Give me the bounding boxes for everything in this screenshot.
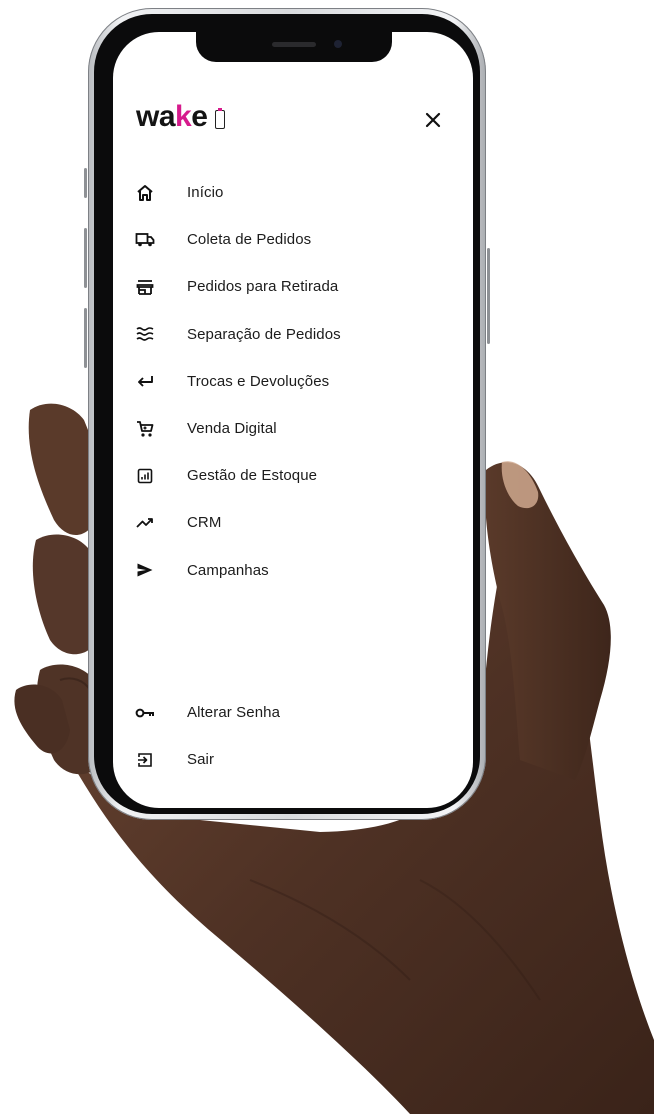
- close-icon: [425, 112, 441, 128]
- volume-up-button: [84, 168, 87, 198]
- menu-item-label: Campanhas: [187, 561, 269, 579]
- menu-item-label: Gestão de Estoque: [187, 467, 318, 485]
- phone-bezel: wake Início Coleta de Pedidos Pedidos pa…: [94, 14, 480, 814]
- menu-item-label: CRM: [187, 514, 222, 532]
- menu-item-coleta-de-pedidos[interactable]: Coleta de Pedidos: [113, 216, 473, 263]
- close-button[interactable]: [421, 108, 445, 132]
- phone-screen: wake Início Coleta de Pedidos Pedidos pa…: [113, 32, 473, 808]
- cart-icon: [135, 419, 155, 439]
- waves-icon: [135, 324, 155, 344]
- menu-item-label: Alterar Senha: [187, 704, 281, 721]
- volume-down-button: [84, 228, 87, 288]
- notch: [196, 32, 392, 62]
- menu-item-label: Coleta de Pedidos: [187, 231, 312, 249]
- menu-item-inicio[interactable]: Início: [113, 169, 473, 216]
- menu-item-label: Trocas e Devoluções: [187, 372, 330, 390]
- mockup-stage: wake Início Coleta de Pedidos Pedidos pa…: [0, 0, 654, 1114]
- logout-icon: [135, 750, 155, 770]
- key-icon: [135, 703, 155, 723]
- menu-item-label: Início: [187, 184, 224, 202]
- inventory-chart-icon: [135, 466, 155, 486]
- trending-up-icon: [135, 513, 155, 533]
- brand-wordmark-accent: k: [175, 100, 192, 133]
- send-icon: [135, 560, 155, 580]
- menu-item-label: Venda Digital: [187, 420, 277, 438]
- brand-wordmark-post: e: [191, 100, 208, 133]
- front-camera: [334, 40, 342, 48]
- main-menu: Início Coleta de Pedidos Pedidos para Re…: [113, 169, 473, 594]
- menu-item-alterar-senha[interactable]: Alterar Senha: [113, 689, 473, 736]
- menu-item-label: Pedidos para Retirada: [187, 278, 339, 296]
- brand-logo: wake: [136, 100, 226, 133]
- store-icon: [135, 277, 155, 297]
- return-arrow-icon: [135, 371, 155, 391]
- menu-item-separacao-de-pedidos[interactable]: Separação de Pedidos: [113, 311, 473, 358]
- home-icon: [135, 183, 155, 203]
- menu-item-gestao-de-estoque[interactable]: Gestão de Estoque: [113, 452, 473, 499]
- speaker-grille: [272, 42, 316, 47]
- menu-item-label: Sair: [187, 751, 215, 768]
- brand-mark-icon: [215, 107, 226, 129]
- account-menu: Alterar Senha Sair: [113, 689, 473, 783]
- menu-item-pedidos-para-retirada[interactable]: Pedidos para Retirada: [113, 263, 473, 310]
- power-button: [487, 248, 490, 344]
- menu-item-venda-digital[interactable]: Venda Digital: [113, 405, 473, 452]
- menu-item-trocas-e-devolucoes[interactable]: Trocas e Devoluções: [113, 358, 473, 405]
- menu-item-sair[interactable]: Sair: [113, 736, 473, 783]
- truck-icon: [135, 230, 155, 250]
- menu-item-crm[interactable]: CRM: [113, 499, 473, 546]
- phone-frame: wake Início Coleta de Pedidos Pedidos pa…: [84, 8, 490, 820]
- menu-item-campanhas[interactable]: Campanhas: [113, 547, 473, 594]
- menu-item-label: Separação de Pedidos: [187, 325, 341, 343]
- brand-wordmark-pre: wa: [136, 100, 176, 133]
- volume-lower-button: [84, 308, 87, 368]
- brand-wordmark: wake: [136, 100, 208, 133]
